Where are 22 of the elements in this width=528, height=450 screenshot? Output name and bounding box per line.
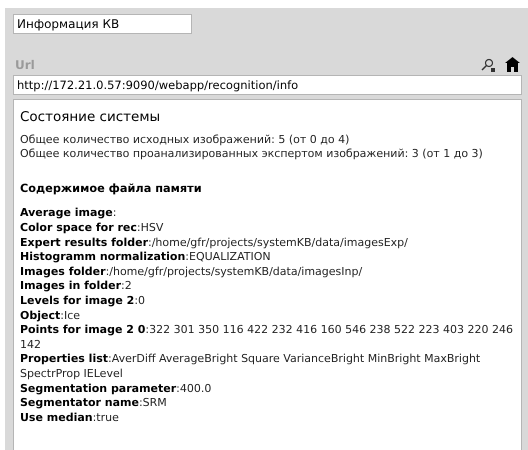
property-line: Use median:true (20, 410, 120, 426)
section-heading: Состояние системы (20, 110, 162, 125)
search-icon[interactable] (481, 58, 495, 72)
property-line: Average image: (20, 206, 118, 221)
section-title: Содержимое файла памяти (20, 182, 203, 196)
property-line: Segmentation parameter:400.0 (20, 382, 212, 396)
property-line: Images folder:/home/gfr/projects/systemKB/data/imagesInp/ (20, 264, 364, 280)
property-line: Properties list:AverDiff AverageBright Square VarianceBright MinBright MaxBright SpectrProp IELevel (20, 352, 482, 382)
status-text: Общее количество исходных изображений: 5 (от 0 до 4) (20, 132, 350, 148)
status-text: Общее количество проанализированных экспертом изображений: 3 (от 1 до 3) (20, 147, 484, 162)
property-line: Points for image 2 0:322 301 350 116 422 232 416 160 546 238 522 223 403 220 246 142 (20, 323, 513, 352)
property-line: Expert results folder:/home/gfr/projects/systemKB/data/imagesExp/ (20, 236, 409, 250)
url-field[interactable]: http://172.21.0.57:9090/webapp/recognition/info (13, 75, 522, 95)
title-field[interactable]: Информация КВ (13, 14, 192, 34)
home-icon[interactable] (505, 57, 520, 72)
property-line: Images in folder:2 (20, 279, 133, 294)
property-line: Segmentator name:SRM (20, 396, 168, 411)
property-line: Color space for rec:HSV (20, 220, 164, 236)
url-label: Url (14, 58, 35, 72)
property-line: Histogramm normalization:EQUALIZATION (20, 250, 272, 265)
property-line: Object:Ice (20, 308, 82, 324)
property-line: Levels for image 2:0 (20, 294, 146, 309)
